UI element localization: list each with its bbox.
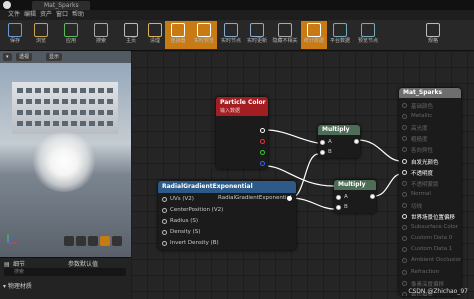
material-input-pin[interactable]: [402, 236, 407, 242]
multiply-node-2[interactable]: Multiply A B: [334, 180, 376, 213]
radial-input-label: Density (S): [170, 229, 201, 235]
node-title: Particle Color: [220, 99, 266, 106]
node-title: RadialGradientExponential: [158, 181, 296, 193]
material-input-label: 基础颜色: [411, 104, 434, 110]
material-input-label: Normal: [411, 190, 431, 197]
material-input-label: 各向异性: [411, 148, 434, 155]
output-b-pin[interactable]: [260, 161, 265, 166]
node-title: Multiply: [334, 180, 376, 190]
material-input-pin[interactable]: [402, 280, 407, 286]
output-rgb-pin[interactable]: [260, 128, 265, 133]
material-input-pin[interactable]: [402, 114, 407, 120]
pin-a-label: A: [344, 194, 348, 200]
material-input-label: 高光度: [411, 126, 428, 133]
material-input-pin[interactable]: [402, 214, 407, 219]
particle-color-node[interactable]: Particle Color 输入数据: [216, 97, 268, 169]
material-input-label: Refraction: [411, 268, 440, 275]
node-subtitle: 输入数据: [220, 108, 241, 114]
radial-gradient-node[interactable]: RadialGradientExponential UVs (V2) Center…: [158, 181, 296, 250]
material-input-pin[interactable]: [402, 202, 407, 208]
radial-output-pin[interactable]: [287, 196, 292, 201]
output-g-pin[interactable]: [260, 150, 265, 155]
material-input-pin[interactable]: [402, 225, 407, 231]
radial-input-pin[interactable]: [162, 230, 167, 235]
material-input-pin[interactable]: [402, 291, 407, 296]
material-input-pin[interactable]: [402, 158, 407, 164]
material-input-label: Custom Data 1: [411, 246, 453, 253]
material-input-pin[interactable]: [402, 180, 407, 186]
material-input-label: 像素深度偏移: [411, 281, 445, 288]
radial-input-label: UVs (V2): [170, 196, 194, 202]
output-label: RadialGradientExponential: [218, 195, 292, 201]
radial-input-label: Invert Density (B): [170, 240, 219, 246]
pin-b-label: B: [328, 149, 332, 155]
multiply1-output-pin[interactable]: [354, 139, 359, 144]
material-result-node[interactable]: Mat_Sparks 基础颜色 Metallic 高光度粗糙度各向异性自发光颜色不透…: [399, 88, 461, 296]
multiply2-b-pin[interactable]: [336, 205, 341, 210]
multiply2-a-pin[interactable]: [336, 195, 341, 200]
material-input-label: 自发光颜色: [411, 159, 439, 166]
material-input-pin[interactable]: [402, 125, 407, 131]
material-input-label: 不透明度: [411, 170, 434, 177]
material-input-pin[interactable]: [402, 169, 407, 175]
material-input-label: 世界场景位置偏移: [411, 215, 456, 221]
radial-input-label: Radius (S): [170, 218, 198, 224]
pin-b-label: B: [344, 204, 348, 210]
multiply-node-1[interactable]: Multiply A B: [318, 125, 360, 158]
material-input-pin[interactable]: [402, 191, 407, 197]
pin-a-label: A: [328, 139, 332, 145]
output-r-pin[interactable]: [260, 139, 265, 144]
node-title: Mat_Sparks: [399, 88, 461, 98]
material-input-pin[interactable]: [402, 103, 407, 108]
radial-input-pin[interactable]: [162, 197, 167, 202]
material-input-label: 粗糙度: [411, 137, 428, 144]
material-input-label: Metallic: [411, 113, 433, 120]
material-input-label: Custom Data 0: [411, 235, 453, 242]
material-input-pin[interactable]: [402, 136, 407, 142]
material-input-pin[interactable]: [402, 147, 407, 153]
material-input-label: 切线: [411, 203, 423, 210]
watermark: CSDN @Zhichao_97: [408, 288, 468, 295]
radial-input-label: CenterPosition (V2): [170, 207, 224, 213]
material-input-pin[interactable]: [402, 247, 407, 253]
multiply2-output-pin[interactable]: [370, 194, 375, 199]
material-input-label: Subsurface Color: [411, 224, 458, 231]
node-title: Multiply: [318, 125, 360, 135]
multiply1-b-pin[interactable]: [320, 150, 325, 155]
material-input-label: Ambient Occlusion: [411, 257, 461, 264]
radial-input-pin[interactable]: [162, 208, 167, 213]
material-input-pin[interactable]: [402, 269, 407, 275]
radial-input-pin[interactable]: [162, 241, 167, 246]
material-input-pin[interactable]: [402, 258, 407, 264]
material-input-label: 不透明蒙版: [411, 181, 439, 188]
radial-input-pin[interactable]: [162, 219, 167, 224]
multiply1-a-pin[interactable]: [320, 140, 325, 145]
